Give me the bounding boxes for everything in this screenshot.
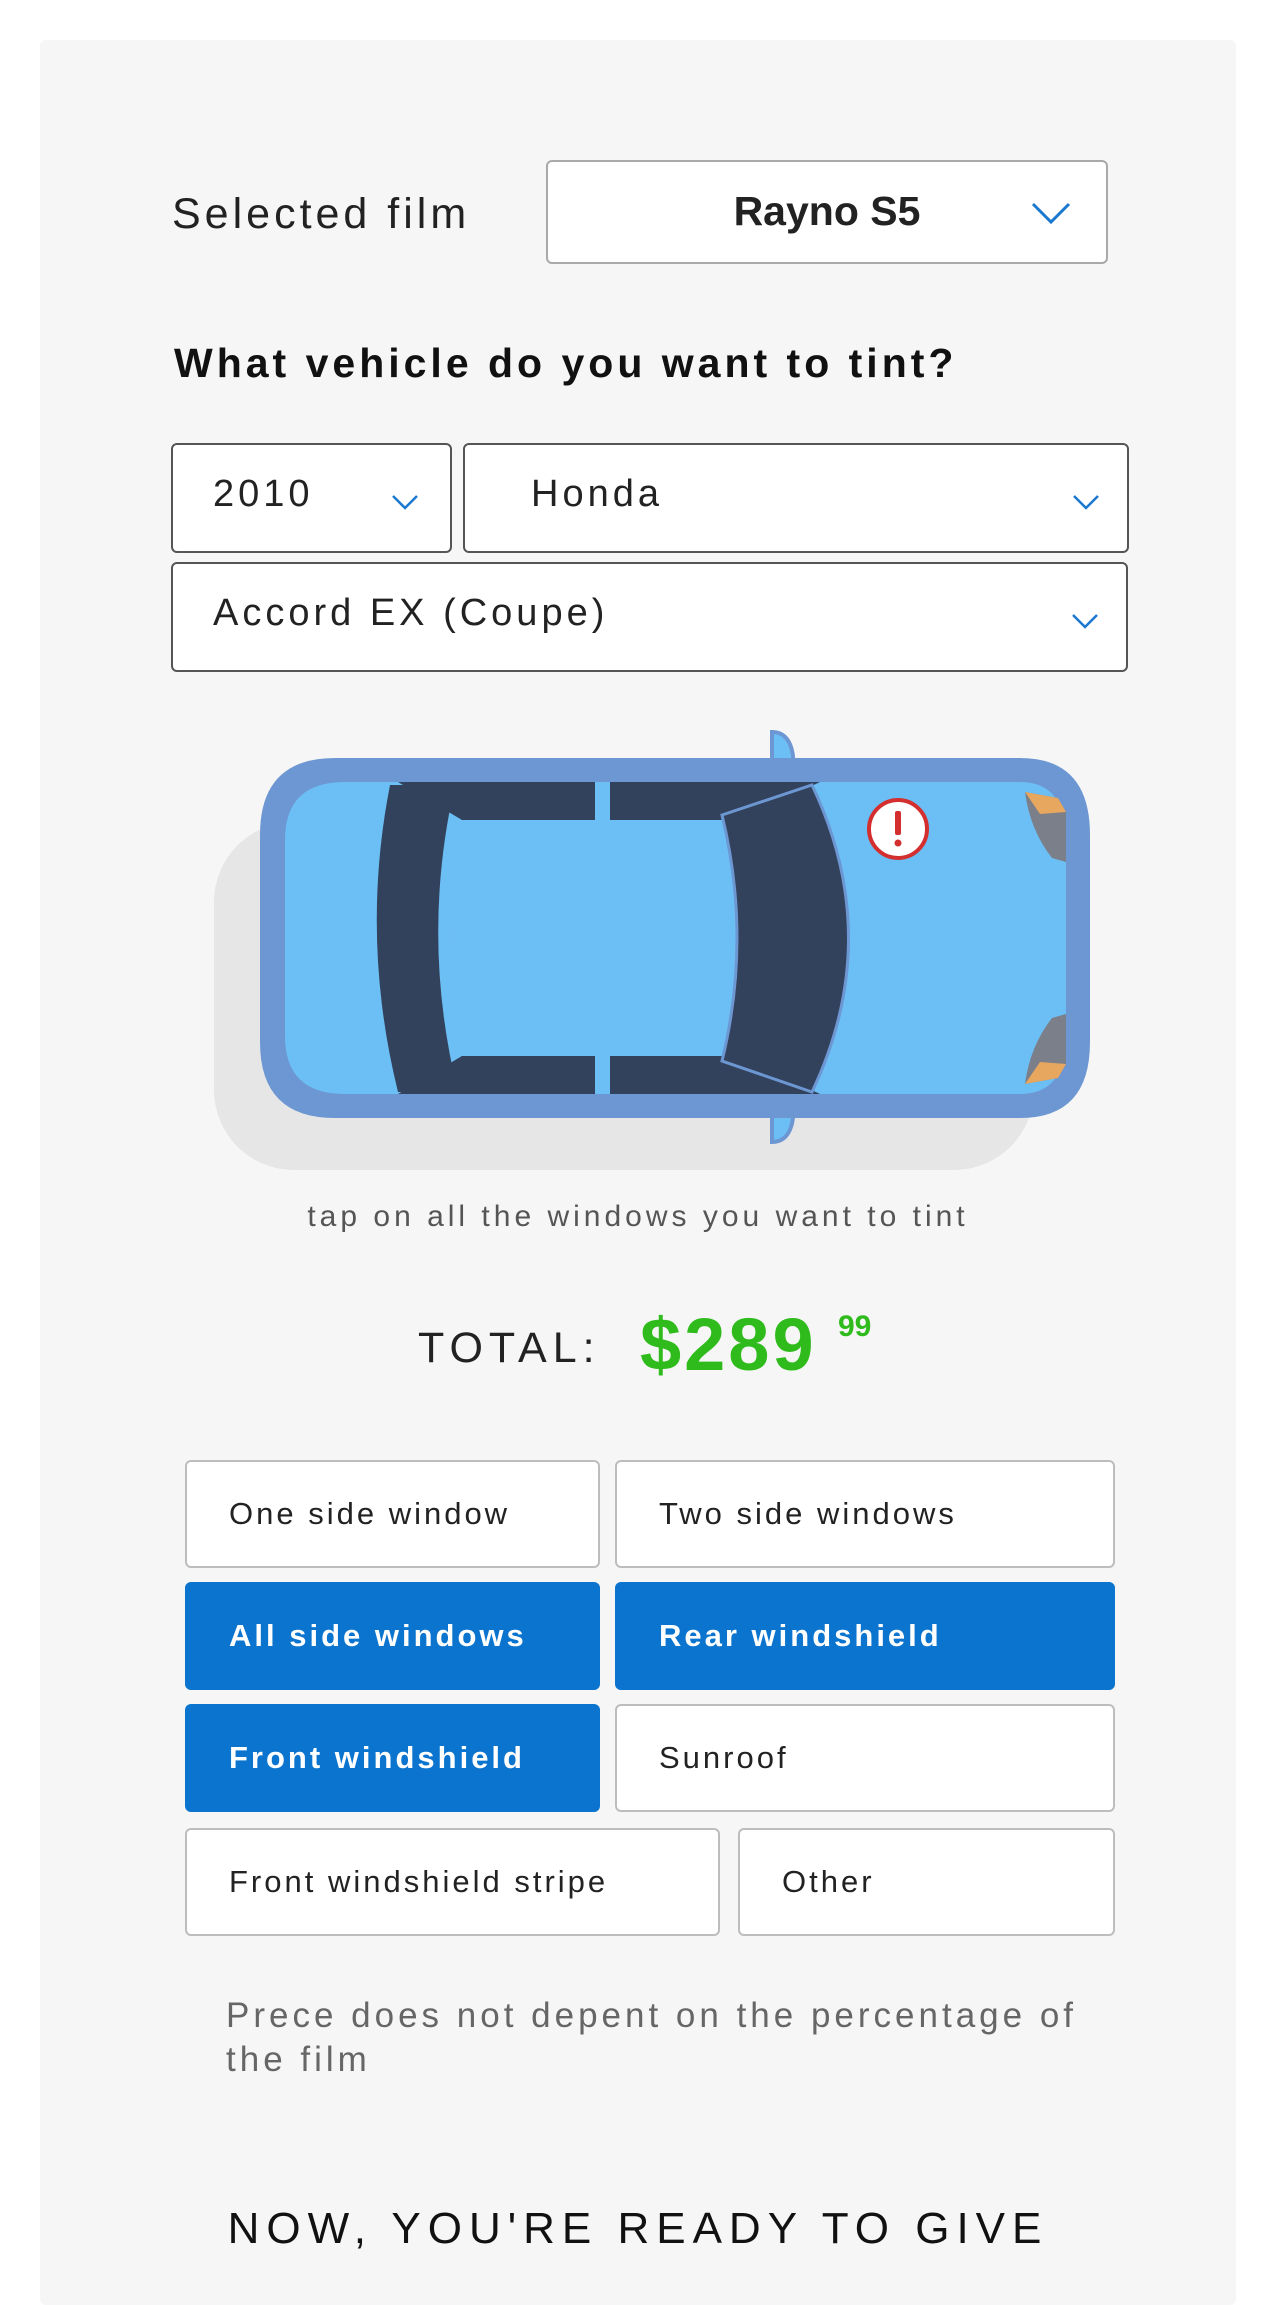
price-note: Prece does not depent on the percentage … xyxy=(226,1996,1078,2079)
option-rear-windshield[interactable]: Rear windshield xyxy=(615,1582,1115,1690)
option-label: Rear windshield xyxy=(659,1618,942,1653)
option-label: All side windows xyxy=(229,1618,527,1653)
option-front-windshield-stripe[interactable]: Front windshield stripe xyxy=(185,1828,720,1936)
front-windshield[interactable] xyxy=(720,783,850,1094)
option-label: One side window xyxy=(229,1496,511,1531)
option-label: Other xyxy=(782,1864,875,1899)
car-diagram xyxy=(214,729,1090,1170)
total-price: $289 xyxy=(640,1303,817,1386)
option-all-side-windows[interactable]: All side windows xyxy=(185,1582,600,1690)
total-label: TOTAL: xyxy=(418,1324,601,1372)
total-price-cents: 99 xyxy=(838,1310,872,1343)
car-roof[interactable] xyxy=(449,822,736,1054)
option-one-side-window[interactable]: One side window xyxy=(185,1460,600,1568)
option-other[interactable]: Other xyxy=(738,1828,1115,1936)
option-sunroof[interactable]: Sunroof xyxy=(615,1704,1115,1812)
option-label: Sunroof xyxy=(659,1740,789,1775)
tap-windows-hint: tap on all the windows you want to tint xyxy=(307,1200,969,1233)
footer-heading: NOW, YOU'RE READY TO GIVE xyxy=(227,2204,1049,2253)
option-front-windshield[interactable]: Front windshield xyxy=(185,1704,600,1812)
option-label: Front windshield stripe xyxy=(229,1864,609,1899)
option-label: Two side windows xyxy=(659,1496,957,1531)
exclamation-circle-icon[interactable] xyxy=(865,796,931,862)
option-label: Front windshield xyxy=(229,1740,525,1775)
option-two-side-windows[interactable]: Two side windows xyxy=(615,1460,1115,1568)
